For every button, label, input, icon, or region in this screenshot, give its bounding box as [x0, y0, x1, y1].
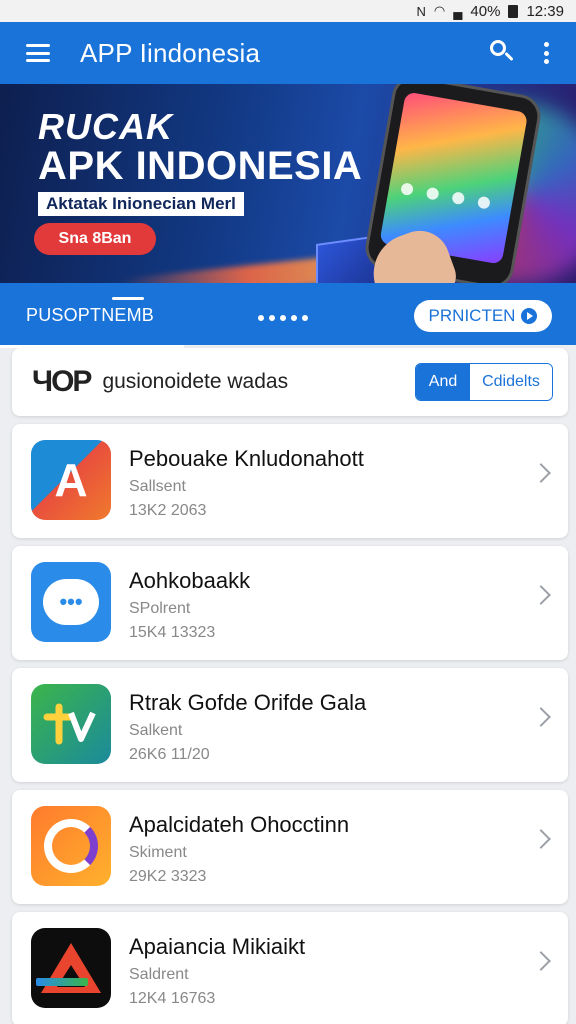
- app-category: SPolrent: [129, 600, 191, 617]
- chevron-right-icon: [531, 829, 551, 849]
- tab-indicator: [112, 297, 144, 300]
- more-options-icon[interactable]: [544, 42, 550, 64]
- clock: 12:39: [526, 2, 564, 20]
- app-category: Sallsent: [129, 478, 186, 495]
- app-name: Apaiancia Mikiaikt: [129, 934, 306, 959]
- letter-a-icon: A: [31, 440, 111, 520]
- nfc-icon: N: [416, 3, 426, 19]
- chevron-right-icon: [531, 951, 551, 971]
- app-meta: 13K2 2063: [129, 502, 207, 519]
- app-meta: 12K4 16763: [129, 990, 216, 1007]
- play-icon: [521, 308, 538, 324]
- signal-icon: ▄: [453, 3, 463, 19]
- app-bar: APP Iindonesia: [0, 22, 576, 84]
- menu-icon[interactable]: [26, 44, 50, 62]
- chat-bubble-icon: •••: [31, 562, 111, 642]
- app-category: Skiment: [129, 844, 187, 861]
- app-name: Apalcidateh Ohocctinn: [129, 812, 350, 837]
- segment-other[interactable]: Cdidelts: [470, 364, 552, 400]
- filter-logo: ЧОР: [32, 365, 92, 398]
- app-category: Salkent: [129, 722, 183, 739]
- list-item[interactable]: Apaiancia Mikiaikt Saldrent 12K4 16763: [12, 912, 568, 1024]
- app-title: APP Iindonesia: [80, 37, 261, 68]
- list-item[interactable]: ••• Aohkobaakk SPolrent 15K4 13323: [12, 546, 568, 660]
- battery-percent: 40%: [470, 2, 501, 20]
- battery-icon: [508, 4, 519, 18]
- wifi-icon: ◠: [433, 3, 446, 18]
- app-meta: 15K4 13323: [129, 624, 216, 641]
- app-category: Saldrent: [129, 966, 189, 983]
- tab-pill-label: PRNICTEN: [428, 306, 516, 325]
- triangle-icon: [31, 928, 111, 1008]
- filter-label: gusionoidete wadas: [102, 370, 289, 393]
- list-item[interactable]: Apalcidateh Ohocctinn Skiment 29K2 3323: [12, 790, 568, 904]
- banner-heading-line1: RUCAK: [38, 106, 173, 147]
- tab-active[interactable]: PUSOPTNEMB: [26, 305, 154, 326]
- segment-and[interactable]: And: [416, 364, 470, 400]
- banner-heading-line2: APK INDONESIA: [38, 144, 363, 188]
- list-item[interactable]: Rtrak Gofde Orifde Gala Salkent 26K6 11/…: [12, 668, 568, 782]
- app-name: Aohkobaakk: [129, 568, 251, 593]
- ring-g-icon: [31, 806, 111, 886]
- pager-dots[interactable]: [258, 315, 308, 321]
- tab-pill-button[interactable]: PRNICTEN: [414, 300, 552, 332]
- banner-cta-button[interactable]: Sna 8Ban: [34, 223, 156, 255]
- app-name: Pebouake Knludonahott: [129, 446, 364, 471]
- tv-leaf-icon: [31, 684, 111, 764]
- search-icon[interactable]: [488, 38, 518, 68]
- app-meta: 26K6 11/20: [129, 746, 210, 763]
- triangle-base: [36, 978, 88, 986]
- filter-card: ЧОР gusionoidete wadas And Cdidelts: [12, 348, 568, 416]
- list-item[interactable]: A Pebouake Knludonahott Sallsent 13K2 20…: [12, 424, 568, 538]
- chevron-right-icon: [531, 463, 551, 483]
- chevron-right-icon: [531, 585, 551, 605]
- app-meta: 29K2 3323: [129, 868, 207, 885]
- status-bar: N ◠ ▄ 40% 12:39: [0, 0, 576, 22]
- app-name: Rtrak Gofde Orifde Gala: [129, 690, 367, 715]
- segmented-control: And Cdidelts: [415, 363, 553, 401]
- promo-banner[interactable]: RUCAK APK INDONESIA Aktatak Inionecian M…: [0, 84, 576, 284]
- chevron-right-icon: [531, 707, 551, 727]
- banner-subtitle: Aktatak Inionecian Merl: [38, 192, 244, 216]
